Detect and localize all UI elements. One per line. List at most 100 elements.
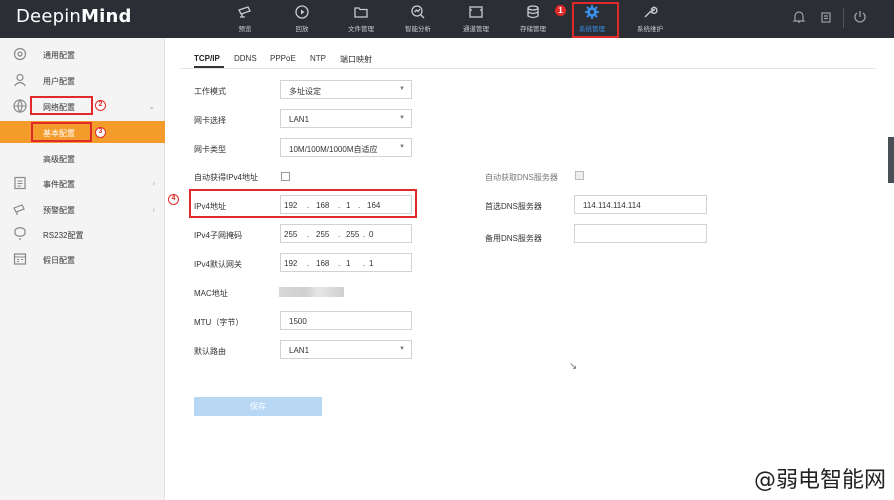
nav-playback[interactable]: 回放 — [274, 0, 330, 38]
nav-system-maintain[interactable]: 系统维护 — [622, 0, 678, 38]
analysis-icon — [411, 5, 425, 19]
sidebar-sub-advanced[interactable]: 高级配置 — [0, 147, 165, 169]
bell-icon[interactable] — [792, 10, 806, 24]
highlight-basic — [31, 122, 92, 142]
event-icon — [14, 176, 26, 190]
select-value: 10M/100M/1000M自适应 — [289, 145, 378, 154]
auto-dns-checkbox[interactable] — [575, 171, 584, 180]
save-button[interactable]: 保存 — [194, 397, 322, 416]
caret-down-icon: ▼ — [399, 346, 405, 352]
nav-label: 智能分析 — [405, 26, 431, 33]
input-value: 114.114.114.114 — [583, 201, 641, 210]
nic-type-select[interactable]: 10M/100M/1000M自适应 ▼ — [280, 138, 412, 157]
chevron-right-icon: › — [152, 205, 155, 214]
select-value: LAN1 — [289, 115, 310, 124]
sidebar-label: 预警配置 — [43, 206, 75, 215]
calendar-icon — [13, 253, 27, 265]
ip-dot: . — [307, 201, 310, 210]
user-icon — [14, 73, 26, 87]
ipv4-gateway-input[interactable]: 192 . 168 . 1 . 1 — [280, 253, 412, 272]
chevron-down-icon: ⌄ — [148, 102, 155, 111]
topbar-divider — [843, 8, 844, 28]
ip-dot: . — [307, 259, 310, 268]
ip-dot: . — [307, 230, 310, 239]
tab-ddns[interactable]: DDNS — [234, 54, 257, 63]
alt-dns-input[interactable] — [574, 224, 707, 243]
ip-segment: 1 — [346, 201, 351, 210]
work-mode-select[interactable]: 多址设定 ▼ — [280, 80, 412, 99]
settings-icon — [13, 47, 27, 61]
mac-value-redacted — [279, 287, 344, 297]
sidebar-label: 用户配置 — [43, 77, 75, 86]
ip-segment: 164 — [367, 201, 381, 210]
nic-type-label: 网卡类型 — [194, 145, 226, 154]
mouse-cursor-icon: ↘ — [569, 361, 578, 372]
ip-segment: 255 — [346, 230, 360, 239]
nav-label: 系统维护 — [637, 26, 663, 33]
sidebar-label: 事件配置 — [43, 180, 75, 189]
ip-dot: . — [338, 259, 341, 268]
annotation-2: 2 — [95, 100, 106, 111]
nic-select[interactable]: LAN1 ▼ — [280, 109, 412, 128]
auto-ipv4-checkbox[interactable] — [281, 172, 290, 181]
mtu-input[interactable]: 1500 — [280, 311, 412, 330]
ip-segment: 255 — [316, 230, 330, 239]
tab-port-mapping[interactable]: 端口映射 — [340, 54, 372, 65]
nav-channel-manage[interactable]: 通道管理 — [448, 0, 504, 38]
serial-icon — [14, 227, 26, 240]
lock-icon[interactable] — [819, 10, 833, 24]
mtu-label: MTU（字节） — [194, 318, 244, 327]
pref-dns-input[interactable]: 114.114.114.114 — [574, 195, 707, 214]
sidebar-item-alarm[interactable]: 预警配置 › — [0, 197, 165, 222]
highlight-network — [30, 96, 93, 115]
ip-segment: 1 — [346, 259, 351, 268]
auto-dns-label: 自动获取DNS服务器 — [485, 173, 558, 182]
ipv4-mask-input[interactable]: 255 . 255 . 255 . 0 — [280, 224, 412, 243]
annotation-4: 4 — [168, 194, 179, 205]
sidebar-label: 假日配置 — [43, 256, 75, 265]
tab-divider — [180, 68, 876, 69]
scrollbar-handle[interactable] — [888, 137, 894, 183]
sidebar-label: 高级配置 — [43, 155, 75, 164]
ipv4-gateway-label: IPv4默认网关 — [194, 260, 243, 269]
channel-icon — [469, 6, 483, 18]
sidebar-item-user[interactable]: 用户配置 — [0, 68, 165, 93]
input-value: 1500 — [289, 317, 307, 326]
power-icon[interactable] — [852, 9, 868, 25]
nav-smart-analysis[interactable]: 智能分析 — [390, 0, 446, 38]
select-value: LAN1 — [289, 346, 310, 355]
wrench-icon — [644, 6, 658, 18]
nic-select-label: 网卡选择 — [194, 116, 226, 125]
work-mode-label: 工作模式 — [194, 87, 226, 96]
select-value: 多址设定 — [289, 87, 321, 96]
pref-dns-label: 首选DNS服务器 — [485, 202, 542, 211]
ip-segment: 192 — [284, 259, 298, 268]
ip-dot: . — [358, 201, 361, 210]
nav-file-manage[interactable]: 文件管理 — [333, 0, 389, 38]
ipv4-addr-input[interactable]: 192 . 168 . 1 . 164 — [280, 195, 412, 214]
alt-dns-label: 备用DNS服务器 — [485, 234, 542, 243]
nav-label: 通道管理 — [463, 26, 489, 33]
sidebar-item-rs232[interactable]: RS232配置 — [0, 222, 165, 247]
default-route-label: 默认路由 — [194, 347, 226, 356]
tab-pppoe[interactable]: PPPoE — [270, 54, 296, 63]
camera-icon — [238, 6, 251, 18]
sidebar-item-general[interactable]: 通用配置 — [0, 42, 165, 67]
nav-label: 预览 — [238, 26, 252, 33]
sidebar-item-event[interactable]: 事件配置 › — [0, 171, 165, 196]
nav-label: 存储管理 — [520, 26, 546, 33]
ip-segment: 168 — [316, 201, 330, 210]
nav-preview[interactable]: 预览 — [217, 0, 273, 38]
ip-segment: 168 — [316, 259, 330, 268]
default-route-select[interactable]: LAN1 ▼ — [280, 340, 412, 359]
nav-storage-manage[interactable]: 存储管理 — [505, 0, 561, 38]
sidebar-item-holiday[interactable]: 假日配置 — [0, 247, 165, 272]
ip-dot: . — [338, 230, 341, 239]
caret-down-icon: ▼ — [399, 115, 405, 121]
tab-tcpip[interactable]: TCP/IP — [194, 54, 220, 63]
sidebar-label: RS232配置 — [43, 231, 84, 240]
playback-icon — [295, 5, 309, 19]
sidebar-label: 通用配置 — [43, 51, 75, 60]
tab-ntp[interactable]: NTP — [310, 54, 326, 63]
annotation-1: 1 — [555, 5, 566, 16]
